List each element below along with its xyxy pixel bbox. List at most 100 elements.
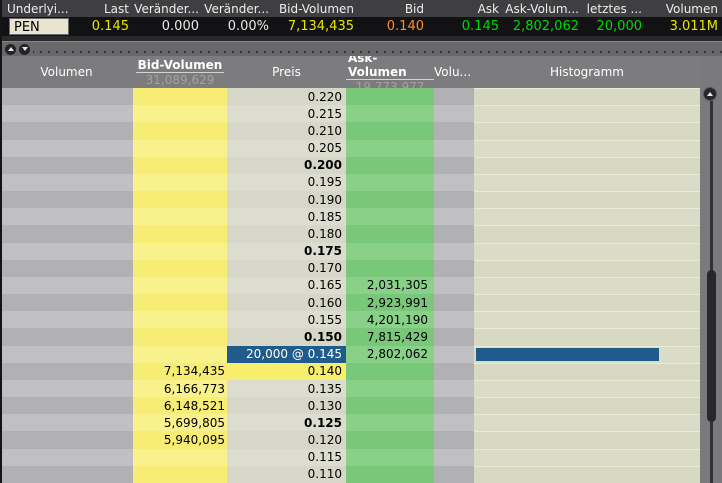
bid-volume-cell[interactable] — [133, 208, 227, 225]
ask-volume-cell[interactable] — [346, 431, 434, 448]
bid-volume-cell[interactable]: 7,134,435 — [133, 363, 227, 380]
bid-volume-cell[interactable] — [133, 225, 227, 242]
price-cell[interactable]: 0.200 — [227, 157, 346, 174]
price-cell[interactable]: 0.170 — [227, 260, 346, 277]
price-cell[interactable]: 0.110 — [227, 466, 346, 483]
ask-volume-cell[interactable] — [346, 174, 434, 191]
price-cell[interactable]: 0.175 — [227, 243, 346, 260]
column-header-volume[interactable]: Volumen — [0, 56, 133, 88]
ask-volume-cell[interactable] — [346, 208, 434, 225]
price-cell[interactable]: 0.115 — [227, 449, 346, 466]
ask-volume-cell[interactable] — [346, 191, 434, 208]
bid-volume-cell[interactable] — [133, 191, 227, 208]
quote-column-header[interactable]: Volumen — [646, 2, 722, 16]
price-cell[interactable]: 0.160 — [227, 294, 346, 311]
ask-volume-cell[interactable] — [346, 414, 434, 431]
symbol-field[interactable]: PEN — [9, 18, 69, 35]
price-cell[interactable]: 0.155 — [227, 311, 346, 328]
ladder-row: 0.200 — [0, 157, 700, 174]
price-cell[interactable]: 0.210 — [227, 122, 346, 139]
bid-volume-cell[interactable]: 5,699,805 — [133, 414, 227, 431]
ladder-row: 0.1602,923,991 — [0, 294, 700, 311]
ask-volume-cell[interactable] — [346, 122, 434, 139]
price-cell[interactable]: 0.185 — [227, 208, 346, 225]
ladder-row: 0.110 — [0, 466, 700, 483]
bid-volume-cell[interactable] — [133, 157, 227, 174]
price-cell[interactable]: 0.180 — [227, 225, 346, 242]
price-cell[interactable]: 0.150 — [227, 328, 346, 345]
bid-volume-cell[interactable] — [133, 466, 227, 483]
ask-volume-cell[interactable] — [346, 449, 434, 466]
scroll-down-button[interactable] — [19, 44, 30, 55]
bid-volume-cell[interactable]: 6,148,521 — [133, 397, 227, 414]
quote-column-header[interactable]: Underlyi... — [0, 2, 75, 16]
quote-column-header[interactable]: Ask-Volum... — [503, 2, 583, 16]
ask-volume-cell[interactable] — [346, 380, 434, 397]
volume2-cell — [434, 260, 474, 277]
quote-column-header[interactable]: Ask — [428, 2, 503, 16]
price-cell[interactable]: 0.165 — [227, 277, 346, 294]
price-cell[interactable]: 0.125 — [227, 414, 346, 431]
price-cell[interactable]: 20,000 @ 0.145 — [227, 346, 346, 363]
ask-volume-cell[interactable] — [346, 105, 434, 122]
ask-volume-cell[interactable]: 2,802,062 — [346, 346, 434, 363]
vertical-scrollbar[interactable] — [700, 56, 722, 483]
quote-column-header[interactable]: Bid-Volumen — [273, 2, 358, 16]
quote-column-header[interactable]: Veränder... — [133, 2, 203, 16]
quote-column-header[interactable]: Bid — [358, 2, 428, 16]
ask-volume-cell[interactable] — [346, 260, 434, 277]
column-header-volume2[interactable]: Volu... — [434, 56, 474, 88]
ask-volume-cell[interactable]: 4,201,190 — [346, 311, 434, 328]
bid-volume-cell[interactable] — [133, 140, 227, 157]
ask-volume-cell[interactable] — [346, 157, 434, 174]
ask-volume-cell[interactable]: 7,815,429 — [346, 328, 434, 345]
bid-volume-cell[interactable] — [133, 294, 227, 311]
quote-column-header[interactable]: Last — [75, 2, 133, 16]
ask-volume-cell[interactable] — [346, 225, 434, 242]
quote-column-header[interactable]: Veränder... — [203, 2, 273, 16]
bid-volume-cell[interactable] — [133, 243, 227, 260]
column-header-price[interactable]: Preis — [227, 56, 346, 88]
price-cell[interactable]: 0.140 — [227, 363, 346, 380]
ask-volume-cell[interactable] — [346, 466, 434, 483]
ask-volume-cell[interactable] — [346, 140, 434, 157]
bid-volume-cell[interactable]: 5,940,095 — [133, 431, 227, 448]
price-cell[interactable]: 0.130 — [227, 397, 346, 414]
ask-volume-cell[interactable] — [346, 243, 434, 260]
ask-volume-cell[interactable] — [346, 88, 434, 105]
column-header-histogram[interactable]: Histogramm — [474, 56, 700, 88]
column-header-ask-volume[interactable]: Ask-Volumen 19,773,977 — [346, 56, 434, 88]
bid-volume-cell[interactable] — [133, 346, 227, 363]
price-cell[interactable]: 0.220 — [227, 88, 346, 105]
bid-volume-cell[interactable]: 6,166,773 — [133, 380, 227, 397]
bid-volume-cell[interactable] — [133, 122, 227, 139]
bid-volume-cell[interactable] — [133, 105, 227, 122]
price-cell[interactable]: 0.205 — [227, 140, 346, 157]
bid-volume-cell[interactable] — [133, 311, 227, 328]
bid-volume-cell[interactable] — [133, 260, 227, 277]
scrollbar-thumb[interactable] — [707, 270, 716, 422]
bid-volume-cell[interactable] — [133, 328, 227, 345]
column-header-bid-volume[interactable]: Bid-Volumen 31,089,629 — [133, 56, 227, 88]
histogram-cell — [474, 243, 700, 260]
ask-volume-cell[interactable]: 2,031,305 — [346, 277, 434, 294]
price-cell[interactable]: 0.120 — [227, 431, 346, 448]
ladder-row: 0.185 — [0, 208, 700, 225]
bid-volume-cell[interactable] — [133, 449, 227, 466]
price-cell[interactable]: 0.190 — [227, 191, 346, 208]
bid-volume-cell[interactable] — [133, 174, 227, 191]
price-cell[interactable]: 0.215 — [227, 105, 346, 122]
scrollbar-up-button[interactable] — [703, 87, 717, 101]
price-cell[interactable]: 0.135 — [227, 380, 346, 397]
bid-volume-cell[interactable] — [133, 88, 227, 105]
drag-handle-dots[interactable] — [33, 42, 722, 56]
histogram-cell — [474, 380, 700, 397]
quote-column-header[interactable]: letztes ... — [583, 2, 646, 16]
bid-volume-cell[interactable] — [133, 277, 227, 294]
ask-volume-cell[interactable] — [346, 363, 434, 380]
ask-volume-cell[interactable] — [346, 397, 434, 414]
volume-cell — [0, 414, 133, 431]
price-cell[interactable]: 0.195 — [227, 174, 346, 191]
ask-volume-cell[interactable]: 2,923,991 — [346, 294, 434, 311]
scroll-up-button[interactable] — [5, 44, 16, 55]
